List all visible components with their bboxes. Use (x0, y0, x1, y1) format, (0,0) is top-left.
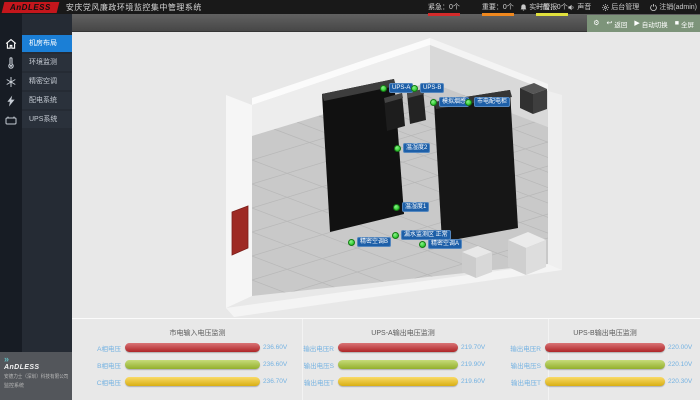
sidebar-footer: » AnDLESS 安德力士（深圳）科技有限公司 监控系统 (0, 352, 72, 400)
ac-unit-cube-b (462, 246, 492, 278)
gauge-row: 输出电压T 220.30V (510, 373, 700, 390)
gear-icon (602, 4, 609, 11)
status-dot-icon (393, 204, 400, 211)
marker-temp-humidity-2[interactable]: 温湿度2 (394, 143, 430, 153)
sidebar-item-environment[interactable]: 环境监测 (0, 54, 72, 71)
gauge-bar (545, 360, 665, 369)
right-wall-outer (548, 91, 562, 270)
gauge-bar (338, 377, 458, 386)
marker-mains-cabinet[interactable]: 市电配电柜 (465, 97, 510, 107)
status-dot-icon (430, 99, 437, 106)
sidebar-item-power-distribution[interactable]: 配电系统 (0, 92, 72, 109)
view-toolbar-row: ⚙ ↩返回 ▶自动切换 ■全屏 (72, 14, 700, 32)
sidebar-item-precision-ac[interactable]: 精密空调 (0, 73, 72, 90)
sidebar-item-room-layout[interactable]: 机房布局 (0, 35, 72, 52)
bell-icon (520, 4, 527, 11)
status-dot-icon (465, 99, 472, 106)
marker-ups-a[interactable]: UPS-A (380, 83, 413, 93)
panel-ups-a-voltage: UPS-A输出电压监测 输出电压R 219.70V 输出电压S 219.90V … (303, 319, 503, 390)
room-3d-view[interactable] (72, 32, 700, 318)
alarm-major-count: 重要：0个 (482, 2, 514, 16)
panel-title: UPS-B输出电压监测 (510, 319, 700, 339)
left-wall-outer (226, 95, 252, 308)
alarm-critical-count: 紧急：0个 (428, 2, 460, 16)
marker-precision-ac-b[interactable]: 精密空调B (348, 237, 391, 247)
gauge-row: 输出电压S 219.90V (303, 356, 503, 373)
auto-switch-button[interactable]: ▶自动切换 (634, 19, 667, 29)
gauge-row: C相电压 236.70V (95, 373, 300, 390)
room-door (232, 206, 248, 255)
back-button[interactable]: ↩返回 (607, 19, 628, 29)
back-icon: ↩ (607, 20, 613, 27)
gauge-bar (125, 343, 260, 352)
gauge-bar (338, 343, 458, 352)
marker-smoke-sensor[interactable]: 模拟烟感 (430, 97, 469, 107)
gauge-row: 输出电压S 220.10V (510, 356, 700, 373)
sidebar-item-label: 配电系统 (22, 92, 72, 109)
sidebar-item-label: 环境监测 (22, 54, 72, 71)
gauge-bar (338, 360, 458, 369)
status-dot-icon (392, 232, 399, 239)
gauge-bar (125, 377, 260, 386)
status-dot-icon (380, 85, 387, 92)
top-header: AnDLESS 安庆党风廉政环境监控集中管理系统 紧急：0个 重要：0个 一般：… (0, 0, 700, 14)
logout-icon (650, 4, 657, 11)
app-window: AnDLESS 安庆党风廉政环境监控集中管理系统 紧急：0个 重要：0个 一般：… (0, 0, 700, 400)
panel-title: UPS-A输出电压监测 (303, 319, 503, 339)
header-menu: 实时警报 声音 后台管理 注销(admin) (520, 0, 697, 14)
footer-logo: AnDLESS (4, 364, 68, 371)
sidebar-item-label: 精密空调 (22, 73, 72, 90)
home-icon (5, 38, 17, 50)
sound-button[interactable]: 声音 (568, 2, 591, 12)
panel-ups-b-voltage: UPS-B输出电压监测 输出电压R 220.00V 输出电压S 220.10V … (510, 319, 700, 390)
gauge-row: 输出电压R 219.70V (303, 339, 503, 356)
sidebar: 机房布局 环境监测 精密空调 配电系统 UPS系统 » AnDLESS 安德力士… (0, 14, 72, 400)
double-chevron-icon: » (4, 355, 68, 363)
gauge-row: B相电压 236.60V (95, 356, 300, 373)
gauge-bar (125, 360, 260, 369)
brand-logo-text: AnDLESS (10, 3, 51, 12)
sidebar-icon-column (0, 14, 22, 400)
gauge-strip: 市电输入电压监测 A相电压 236.60V B相电压 236.60V C相电压 … (72, 318, 700, 400)
status-dot-icon (411, 85, 418, 92)
speaker-icon (568, 4, 575, 11)
sidebar-item-label: UPS系统 (22, 111, 72, 128)
play-icon: ▶ (634, 20, 639, 27)
gauge-row: 输出电压R 220.00V (510, 339, 700, 356)
ac-unit-cube-a (508, 232, 546, 275)
fullscreen-icon: ■ (675, 20, 679, 27)
sidebar-item-ups-system[interactable]: UPS系统 (0, 111, 72, 128)
gauge-bar (545, 377, 665, 386)
footer-company: 安德力士（深圳）科技有限公司 (4, 373, 63, 380)
status-dot-icon (348, 239, 355, 246)
sidebar-item-label: 机房布局 (22, 35, 72, 52)
rack-row-b (434, 90, 518, 242)
fullscreen-button[interactable]: ■全屏 (675, 19, 694, 29)
panel-mains-voltage: 市电输入电压监测 A相电压 236.60V B相电压 236.60V C相电压 … (95, 319, 300, 390)
marker-temp-humidity-1[interactable]: 温湿度1 (393, 202, 429, 212)
thermometer-icon (5, 57, 17, 69)
gear-icon: ⚙ (593, 20, 599, 27)
panel-title: 市电输入电压监测 (95, 319, 300, 339)
scene-toolbar: ⚙ ↩返回 ▶自动切换 ■全屏 (587, 15, 700, 32)
logout-button[interactable]: 注销(admin) (650, 2, 697, 12)
battery-icon (5, 114, 17, 126)
gauge-row: 输出电压T 219.60V (303, 373, 503, 390)
snowflake-icon (5, 76, 17, 88)
brand-logo: AnDLESS (2, 2, 60, 13)
page-title: 安庆党风廉政环境监控集中管理系统 (66, 2, 202, 13)
footer-product: 监控系统 (4, 382, 68, 389)
gauge-row: A相电压 236.60V (95, 339, 300, 356)
marker-ups-b[interactable]: UPS-B (411, 83, 444, 93)
power-cabinet-cube (520, 83, 547, 114)
status-dot-icon (394, 145, 401, 152)
status-dot-icon (419, 241, 426, 248)
admin-button[interactable]: 后台管理 (602, 2, 639, 12)
marker-precision-ac-a[interactable]: 精密空调A (419, 239, 462, 249)
realtime-alarm-button[interactable]: 实时警报 (520, 2, 557, 12)
gauge-bar (545, 343, 665, 352)
lightning-icon (5, 95, 17, 107)
scene-settings-button[interactable]: ⚙ (593, 20, 599, 27)
